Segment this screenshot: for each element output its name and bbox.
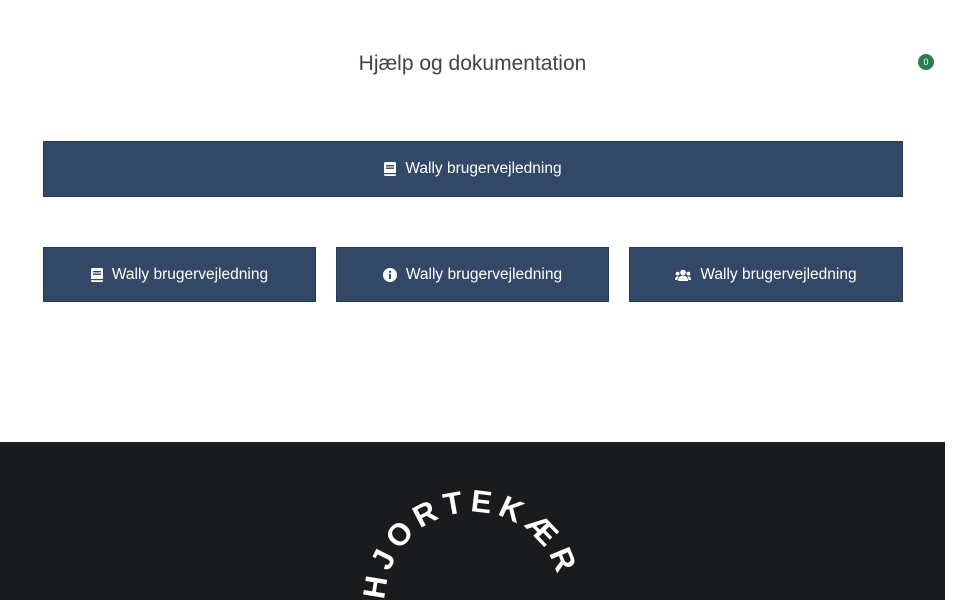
hjortekaer-logo[interactable]: HJORTEKÆR [0,442,945,600]
svg-text:HJORTEKÆR: HJORTEKÆR [356,483,585,600]
user-guide-button[interactable]: Wally brugervejledning [43,141,903,197]
info-circle-icon [382,267,397,282]
page-title: Hjælp og dokumentation [358,52,587,75]
cart-count-badge[interactable]: 0 [918,54,934,70]
user-guide-book-button[interactable]: Wally brugervejledning [43,247,316,302]
footer: HJORTEKÆR [0,442,945,600]
user-guide-users-button-label: Wally brugervejledning [700,265,857,283]
scrollbar[interactable] [945,0,960,600]
user-guide-info-button-label: Wally brugervejledning [405,265,563,283]
user-guide-button-label: Wally brugervejledning [405,160,562,177]
book-icon [384,162,397,176]
users-icon [675,269,692,281]
user-guide-users-button[interactable]: Wally brugervejledning [629,247,903,302]
book-icon [90,267,103,282]
user-guide-info-button[interactable]: Wally brugervejledning [336,247,609,302]
user-guide-book-button-label: Wally brugervejledning [111,265,269,283]
